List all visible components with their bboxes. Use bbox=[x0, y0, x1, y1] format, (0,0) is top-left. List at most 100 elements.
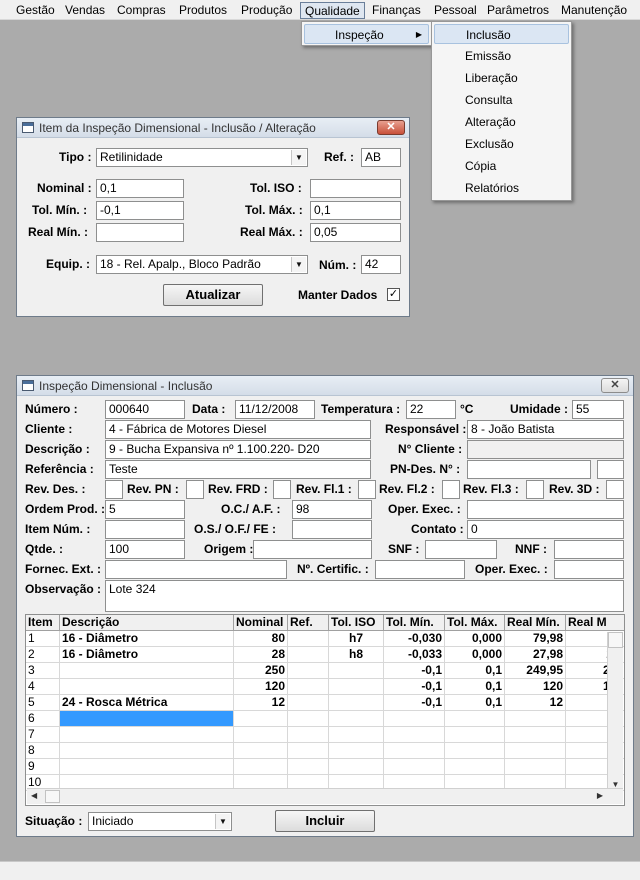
situacao-select[interactable]: Iniciado ▼ bbox=[88, 812, 232, 831]
data-input[interactable]: 11/12/2008 bbox=[235, 400, 315, 419]
table-cell-ref[interactable] bbox=[288, 631, 329, 647]
table-cell-tol-iso[interactable] bbox=[329, 695, 384, 711]
umidade-input[interactable]: 55 bbox=[572, 400, 624, 419]
items-grid[interactable]: Item Descrição Nominal Ref. Tol. ISO Tol. Mín… bbox=[25, 614, 625, 806]
contato-input[interactable]: 0 bbox=[467, 520, 624, 539]
menu-parametros[interactable]: Parâmetros bbox=[483, 2, 553, 19]
table-cell-tol-min[interactable]: -0,030 bbox=[384, 631, 445, 647]
menu-produtos[interactable]: Produtos bbox=[175, 2, 231, 19]
table-cell-real-min[interactable]: 120 bbox=[505, 679, 566, 695]
table-row-number[interactable]: 2 bbox=[26, 647, 60, 663]
temperatura-input[interactable]: 22 bbox=[406, 400, 456, 419]
nnf-input[interactable] bbox=[554, 540, 624, 559]
table-cell-tol-min[interactable]: -0,1 bbox=[384, 679, 445, 695]
table-cell-tol-min[interactable] bbox=[384, 743, 445, 759]
table-cell-tol-min[interactable] bbox=[384, 711, 445, 727]
ref-input[interactable]: AB bbox=[361, 148, 401, 167]
table-cell-descricao[interactable] bbox=[60, 711, 234, 727]
table-cell-ref[interactable] bbox=[288, 743, 329, 759]
column-header-descricao[interactable]: Descrição bbox=[60, 615, 234, 631]
table-row-number[interactable]: 3 bbox=[26, 663, 60, 679]
column-header-real-max[interactable]: Real M bbox=[566, 615, 624, 631]
pn-des-rev-input[interactable] bbox=[597, 460, 624, 479]
table-cell-nominal[interactable]: 12 bbox=[234, 695, 288, 711]
snf-input[interactable] bbox=[425, 540, 497, 559]
rev-fl2-input[interactable] bbox=[442, 480, 460, 499]
table-cell-tol-max[interactable]: 0,1 bbox=[445, 695, 505, 711]
cliente-input[interactable]: 4 - Fábrica de Motores Diesel bbox=[105, 420, 371, 439]
table-cell-tol-iso[interactable]: h7 bbox=[329, 631, 384, 647]
table-cell-ref[interactable] bbox=[288, 647, 329, 663]
table-cell-nominal[interactable]: 80 bbox=[234, 631, 288, 647]
rev-frd-input[interactable] bbox=[273, 480, 291, 499]
table-cell-ref[interactable] bbox=[288, 759, 329, 775]
table-cell-tol-iso[interactable] bbox=[329, 679, 384, 695]
column-header-nominal[interactable]: Nominal bbox=[234, 615, 288, 631]
horizontal-scrollbar[interactable]: ◀ ▶ bbox=[27, 788, 623, 804]
numero-input[interactable]: 000640 bbox=[105, 400, 185, 419]
table-row-number[interactable]: 5 bbox=[26, 695, 60, 711]
table-cell-tol-iso[interactable]: h8 bbox=[329, 647, 384, 663]
table-cell-descricao[interactable] bbox=[60, 727, 234, 743]
item-num-input[interactable] bbox=[105, 520, 185, 539]
table-cell-ref[interactable] bbox=[288, 695, 329, 711]
table-cell-ref[interactable] bbox=[288, 663, 329, 679]
close-icon[interactable]: ✕ bbox=[601, 378, 629, 393]
table-cell-tol-iso[interactable] bbox=[329, 727, 384, 743]
table-cell-tol-iso[interactable] bbox=[329, 759, 384, 775]
equip-select[interactable]: 18 - Rel. Apalp., Bloco Padrão ▼ bbox=[96, 255, 308, 274]
table-cell-real-min[interactable] bbox=[505, 727, 566, 743]
submenu-item-liberacao[interactable]: Liberação bbox=[434, 68, 569, 88]
table-cell-tol-max[interactable] bbox=[445, 759, 505, 775]
descricao-input[interactable]: 9 - Bucha Expansiva nº 1.100.220- D20 bbox=[105, 440, 371, 459]
table-cell-real-min[interactable]: 27,98 bbox=[505, 647, 566, 663]
table-cell-real-min[interactable]: 79,98 bbox=[505, 631, 566, 647]
tol-iso-input[interactable] bbox=[310, 179, 401, 198]
rev-des-input[interactable] bbox=[105, 480, 123, 499]
oc-af-input[interactable]: 98 bbox=[292, 500, 372, 519]
atualizar-button[interactable]: Atualizar bbox=[163, 284, 263, 306]
qtde-input[interactable]: 100 bbox=[105, 540, 185, 559]
submenu-item-consulta[interactable]: Consulta bbox=[434, 90, 569, 110]
column-header-tol-min[interactable]: Tol. Mín. bbox=[384, 615, 445, 631]
table-cell-tol-min[interactable]: -0,033 bbox=[384, 647, 445, 663]
table-row-number[interactable]: 7 bbox=[26, 727, 60, 743]
os-of-fe-input[interactable] bbox=[292, 520, 372, 539]
table-cell-nominal[interactable]: 250 bbox=[234, 663, 288, 679]
certific-input[interactable] bbox=[375, 560, 465, 579]
table-cell-descricao[interactable]: 16 - Diâmetro bbox=[60, 647, 234, 663]
table-cell-tol-min[interactable]: -0,1 bbox=[384, 695, 445, 711]
menu-pessoal[interactable]: Pessoal bbox=[430, 2, 481, 19]
table-cell-descricao[interactable] bbox=[60, 743, 234, 759]
num-input[interactable]: 42 bbox=[361, 255, 401, 274]
submenu-item-relatorios[interactable]: Relatórios bbox=[434, 178, 569, 198]
table-cell-tol-max[interactable]: 0,1 bbox=[445, 679, 505, 695]
fornec-ext-input[interactable] bbox=[105, 560, 287, 579]
table-cell-descricao[interactable]: 16 - Diâmetro bbox=[60, 631, 234, 647]
table-cell-real-min[interactable]: 12 bbox=[505, 695, 566, 711]
oper-exec-2-input[interactable] bbox=[554, 560, 624, 579]
menu-gestao[interactable]: Gestão bbox=[12, 2, 59, 19]
rev-fl3-input[interactable] bbox=[526, 480, 544, 499]
submenu-item-inspecao[interactable]: Inspeção ▶ bbox=[304, 24, 429, 44]
vertical-scrollbar[interactable]: ▼ bbox=[607, 632, 623, 789]
rev-pn-input[interactable] bbox=[186, 480, 204, 499]
table-cell-tol-max[interactable] bbox=[445, 711, 505, 727]
menu-producao[interactable]: Produção bbox=[237, 2, 296, 19]
table-cell-tol-max[interactable]: 0,000 bbox=[445, 631, 505, 647]
table-cell-tol-max[interactable]: 0,1 bbox=[445, 663, 505, 679]
table-cell-tol-max[interactable] bbox=[445, 743, 505, 759]
table-row-number[interactable]: 4 bbox=[26, 679, 60, 695]
referencia-input[interactable]: Teste bbox=[105, 460, 371, 479]
table-cell-nominal[interactable] bbox=[234, 727, 288, 743]
origem-input[interactable] bbox=[253, 540, 372, 559]
responsavel-input[interactable]: 8 - João Batista bbox=[467, 420, 624, 439]
n-cliente-input[interactable] bbox=[467, 440, 624, 459]
menu-compras[interactable]: Compras bbox=[113, 2, 170, 19]
incluir-button[interactable]: Incluir bbox=[275, 810, 375, 832]
tol-min-input[interactable]: -0,1 bbox=[96, 201, 184, 220]
close-icon[interactable]: ✕ bbox=[377, 120, 405, 135]
submenu-item-emissao[interactable]: Emissão bbox=[434, 46, 569, 66]
menu-qualidade[interactable]: Qualidade bbox=[300, 2, 365, 19]
table-cell-real-min[interactable]: 249,95 bbox=[505, 663, 566, 679]
